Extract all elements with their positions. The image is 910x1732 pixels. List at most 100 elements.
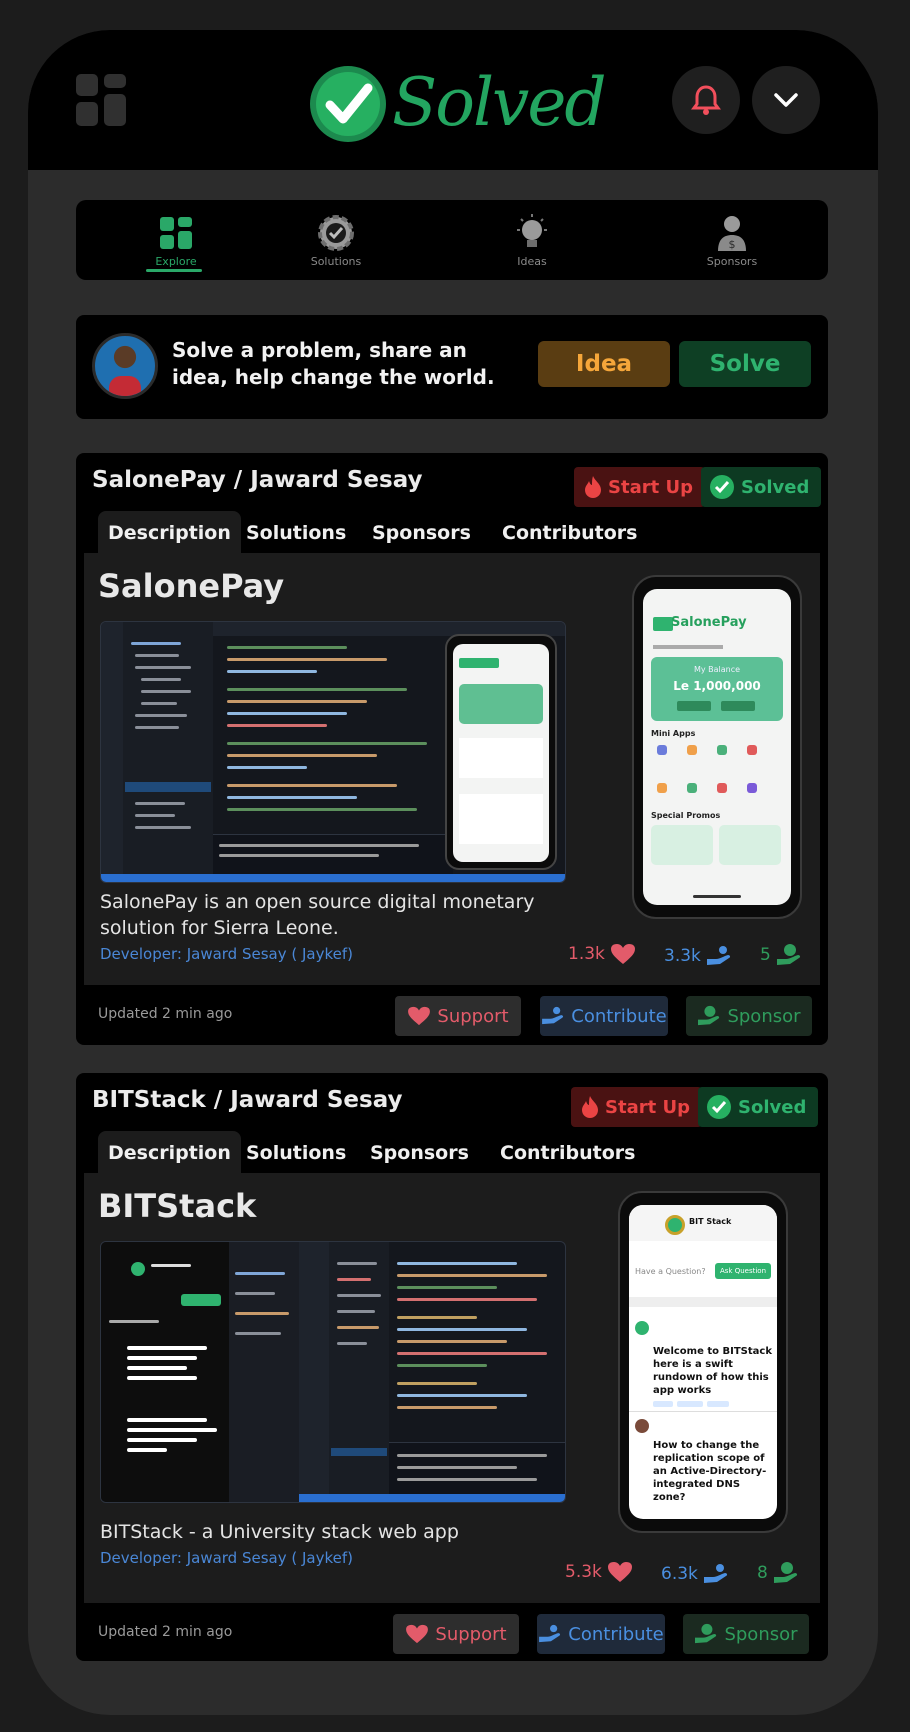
dropdown-button[interactable] [752,66,820,134]
support-label: Support [435,1623,507,1645]
hand-person-icon [706,946,730,965]
tab-solutions[interactable]: Solutions [246,511,346,555]
nav-sponsors[interactable]: $ Sponsors [672,212,792,276]
idea-button[interactable]: Idea [538,341,670,387]
description-panel: BITStack BIT Stack Have a Question? Ask … [84,1173,820,1603]
contribute-count: 6.3k [661,1563,729,1585]
nav-label: Solutions [310,255,362,268]
project-card: SalonePay / Jaward Sesay Start Up Solved… [76,453,828,1045]
badge-label: Solved [738,1096,807,1118]
contribute-button[interactable]: Contribute [537,1614,665,1654]
tab-description[interactable]: Description [98,511,241,555]
lightbulb-icon [517,214,547,247]
check-logo-icon [310,66,386,142]
notification-button[interactable] [672,66,740,134]
sponsor-label: Sponsor [724,1623,798,1645]
contribute-label: Contribute [568,1623,664,1645]
fire-icon [582,1096,598,1118]
money-hand-icon [698,1005,720,1026]
ask-question-button: Ask Question [715,1263,771,1279]
phone-mockup[interactable]: BIT Stack Have a Question? Ask Question … [618,1191,788,1533]
project-description: SalonePay is an open source digital mone… [100,891,535,939]
tab-sponsors[interactable]: Sponsors [370,1131,469,1175]
sponsor-icon: $ [718,216,746,251]
solve-button[interactable]: Solve [679,341,811,387]
heart-handshake-icon [610,944,635,964]
mini-apps-label: Mini Apps [651,729,696,738]
solved-badge: Solved [701,467,822,507]
sponsor-button[interactable]: Sponsor [686,996,812,1036]
project-name: BITStack [98,1187,257,1225]
compose-banner: Solve a problem, share an idea, help cha… [76,315,828,419]
sponsor-count-value: 8 [757,1563,768,1583]
nav-label: Sponsors [706,255,758,268]
nav-label: Ideas [517,255,547,268]
contribute-count-value: 6.3k [661,1564,698,1584]
tab-description[interactable]: Description [98,1131,241,1175]
contribute-count-value: 3.3k [664,946,701,966]
question-title: Welcome to BITStack here is a swift rund… [653,1346,772,1396]
bell-icon [691,85,721,115]
support-count-value: 1.3k [568,944,605,964]
grid-icon [160,217,192,249]
hand-person-icon [703,1564,727,1583]
fire-icon [585,476,601,498]
card-title[interactable]: SalonePay / Jaward Sesay [92,467,423,493]
tab-sponsors[interactable]: Sponsors [372,511,471,555]
nav-ideas[interactable]: Ideas [472,212,592,276]
money-hand-icon [773,1562,797,1583]
solved-badge: Solved [698,1087,819,1127]
description-panel: SalonePay SalonePay My Balance Le 1,000,… [84,553,820,985]
compose-prompt: Solve a problem, share an idea, help cha… [172,338,495,389]
hand-person-icon [542,1006,564,1025]
contribute-button[interactable]: Contribute [540,996,668,1036]
balance-value: Le 1,000,000 [673,679,761,693]
tab-contributors[interactable]: Contributors [502,511,637,555]
mock-app-name: SalonePay [671,615,747,630]
sponsor-label: Sponsor [727,1005,801,1027]
mock-app-name: BIT Stack [689,1217,732,1226]
developer-link[interactable]: Developer: Jaward Sesay ( Jaykef) [100,945,353,963]
check-circle-icon [707,1095,731,1119]
badge-label: Start Up [608,476,693,498]
contribute-count: 3.3k [664,945,732,967]
user-avatar[interactable] [92,333,158,399]
nav-explore[interactable]: Explore [116,212,236,276]
project-name: SalonePay [98,567,285,605]
top-bar: Solved [28,30,878,170]
startup-badge: Start Up [574,467,705,507]
app-logo: Solved [308,60,608,150]
nav-label: Explore [155,255,197,268]
question-title: How to change the replication scope of a… [653,1440,767,1503]
developer-link[interactable]: Developer: Jaward Sesay ( Jaykef) [100,1549,353,1567]
card-title[interactable]: BITStack / Jaward Sesay [92,1087,403,1113]
heart-handshake-icon [408,1006,431,1026]
menu-grid-icon[interactable] [76,74,128,126]
phone-mockup[interactable]: SalonePay My Balance Le 1,000,000 Mini A… [632,575,802,919]
tab-contributors[interactable]: Contributors [500,1131,635,1175]
contribute-label: Contribute [571,1005,667,1027]
ask-placeholder: Have a Question? [635,1267,706,1276]
sponsor-button[interactable]: Sponsor [683,1614,809,1654]
startup-badge: Start Up [571,1087,702,1127]
sponsor-count-value: 5 [760,945,771,965]
updated-timestamp: Updated 2 min ago [98,1624,233,1640]
project-screenshot[interactable] [100,1241,566,1503]
logo-text: Solved [392,64,607,141]
badge-label: Start Up [605,1096,690,1118]
updated-timestamp: Updated 2 min ago [98,1006,233,1022]
main-nav: Explore Solutions Ideas $ Sponsors [76,200,828,280]
money-hand-icon [695,1623,717,1644]
tab-solutions[interactable]: Solutions [246,1131,346,1175]
support-button[interactable]: Support [395,996,521,1036]
support-button[interactable]: Support [393,1614,519,1654]
support-count: 5.3k [565,1561,633,1583]
heart-handshake-icon [406,1624,429,1644]
sponsor-count: 5 [760,943,802,967]
money-hand-icon [776,944,800,965]
gear-check-icon [318,215,354,251]
badge-label: Solved [741,476,810,498]
project-screenshot[interactable] [100,621,566,883]
active-indicator [146,269,202,272]
nav-solutions[interactable]: Solutions [276,212,396,276]
